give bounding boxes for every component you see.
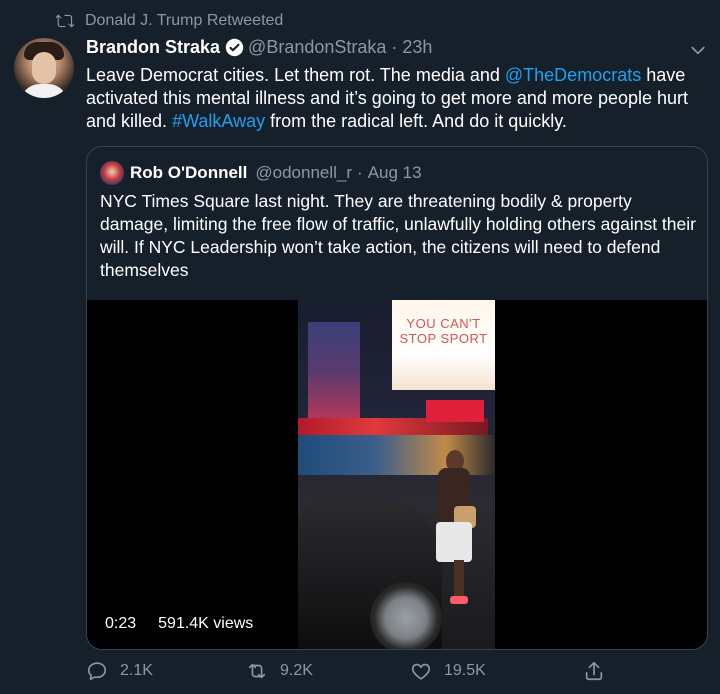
reply-count: 2.1K [120,662,153,679]
retweet-icon [248,663,266,679]
author-avatar[interactable] [14,38,74,98]
share-button[interactable] [583,660,617,682]
chevron-down-icon[interactable] [688,40,708,60]
tweet-text: Leave Democrat cities. Let them rot. The… [86,64,712,133]
tweet-text-part: Leave Democrat cities. Let them rot. The… [86,65,505,85]
retweet-count: 9.2K [280,662,313,679]
tweet-text-part: from the radical left. And do it quickly… [265,111,567,131]
like-button[interactable]: 19.5K [410,660,486,682]
quoted-author-handle: @odonnell_r [255,163,353,182]
reply-icon [87,662,107,681]
verified-badge-icon [225,38,244,57]
tweet-header: Brandon Straka @BrandonStraka · 23h [86,37,432,58]
quoted-tweet-timestamp: Aug 13 [367,163,422,182]
retweet-context[interactable]: Donald J. Trump Retweeted [56,12,283,30]
header-separator: · [391,37,398,57]
hashtag-link[interactable]: #WalkAway [172,111,265,131]
tweet-timestamp[interactable]: 23h [402,37,432,58]
video-view-count: 591.4K views [158,615,254,632]
reply-button[interactable]: 2.1K [86,660,153,682]
retweet-context-label: Donald J. Trump Retweeted [85,12,284,29]
retweet-icon [56,14,74,28]
video-player[interactable]: YOU CAN'T STOP SPORT 0:23 591.4K views [87,300,707,649]
tweet-action-bar: 2.1K 9.2K 19.5K [86,660,706,690]
author-handle[interactable]: @BrandonStraka [248,37,386,58]
author-display-name[interactable]: Brandon Straka [86,37,220,58]
like-count: 19.5K [444,662,486,679]
quoted-tweet-card[interactable]: Rob O'Donnell @odonnell_r · Aug 13 NYC T… [86,146,708,650]
heart-icon [411,663,431,680]
quoted-author-display-name: Rob O'Donnell [130,163,248,182]
mention-link[interactable]: @TheDemocrats [505,65,641,85]
share-icon [585,661,603,681]
quoted-header-separator: · [357,163,363,182]
billboard-text: YOU CAN'T STOP SPORT [392,300,495,390]
video-frame: YOU CAN'T STOP SPORT [298,300,495,649]
quoted-tweet-header: Rob O'Donnell @odonnell_r · Aug 13 [100,161,422,185]
video-info-overlay: 0:23 591.4K views [105,615,253,633]
video-duration: 0:23 [105,615,137,632]
quoted-tweet-text: NYC Times Square last night. They are th… [100,191,696,280]
quoted-author-avatar [100,161,124,185]
retweet-button[interactable]: 9.2K [246,660,313,682]
